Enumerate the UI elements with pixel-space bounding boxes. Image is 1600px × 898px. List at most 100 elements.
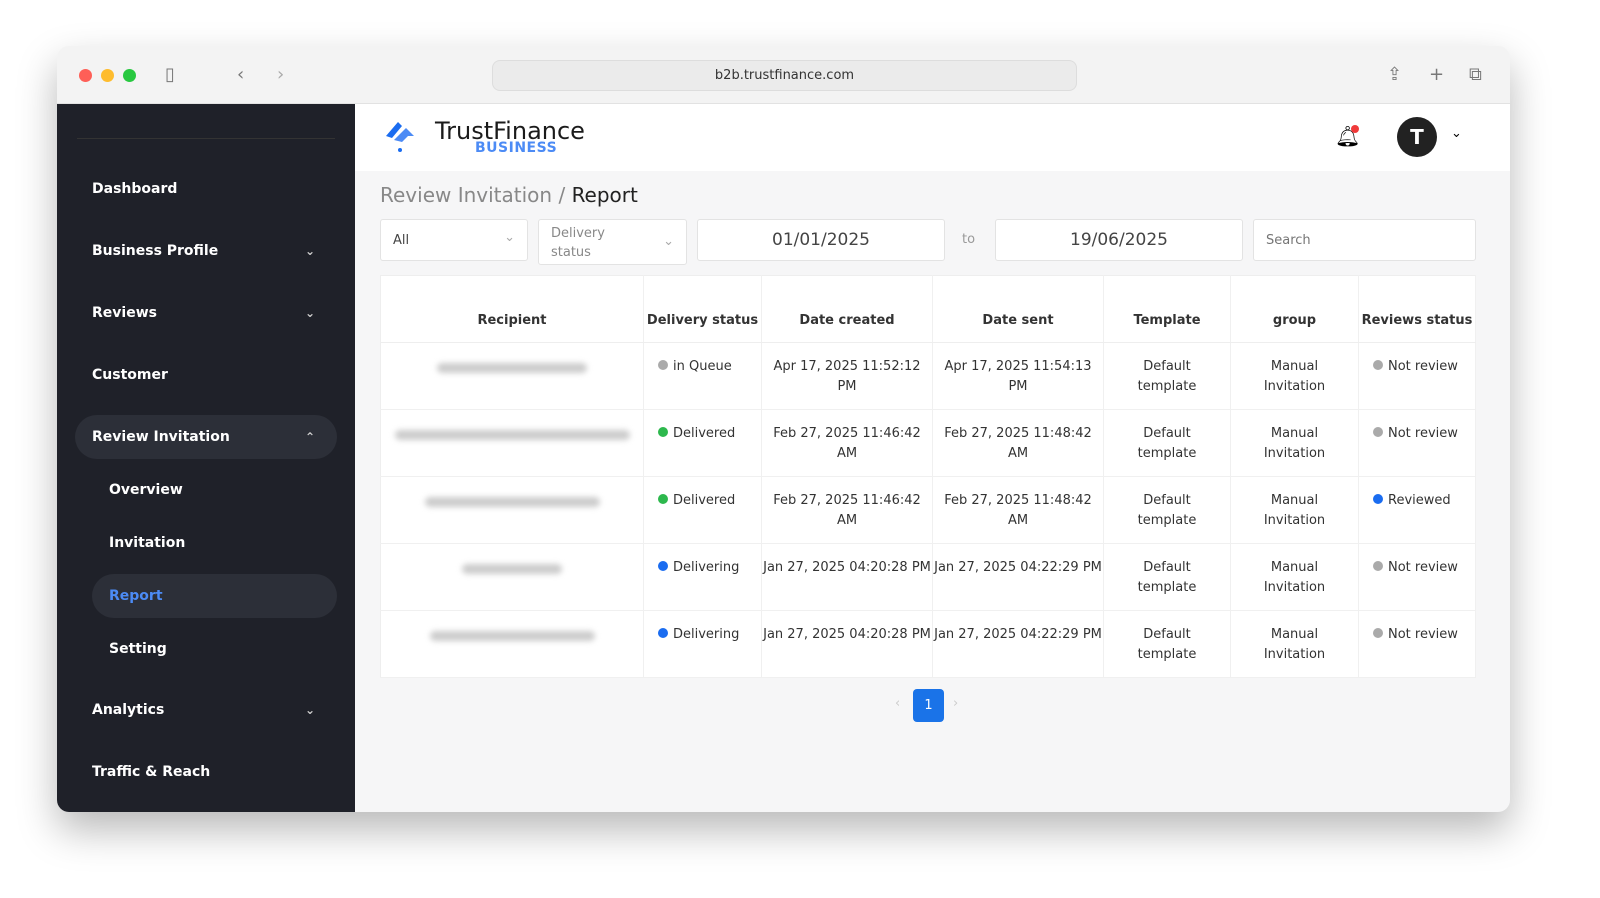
status-dot-icon <box>1373 360 1383 370</box>
review-status-cell: Not review <box>1358 610 1476 678</box>
tabs-overview-icon[interactable]: ⧉ <box>1469 64 1482 85</box>
delivery-status-select[interactable]: Delivery status ⌄ <box>538 219 687 265</box>
back-icon[interactable]: ‹ <box>237 64 244 85</box>
breadcrumb: Review Invitation / Report <box>380 183 638 207</box>
address-bar[interactable]: b2b.trustfinance.com <box>492 60 1077 91</box>
chevron-down-icon: ⌄ <box>663 234 674 249</box>
status-dot-icon <box>1373 561 1383 571</box>
label: Analytics <box>92 702 165 718</box>
col-delivery-status[interactable]: Delivery status <box>643 275 762 343</box>
sidebar-item-traffic-reach[interactable]: Traffic & Reach <box>75 750 337 794</box>
notification-badge <box>1351 125 1359 133</box>
col-reviews-status[interactable]: Reviews status <box>1358 275 1476 343</box>
col-group[interactable]: group <box>1230 275 1359 343</box>
to-label: to <box>962 232 976 247</box>
template-cell: Default template <box>1103 409 1231 477</box>
redacted-email <box>462 564 562 574</box>
select-value: All <box>393 233 410 248</box>
date-sent-cell: Apr 17, 2025 11:54:13 PM <box>932 342 1104 410</box>
delivery-status-cell: Delivering <box>643 543 762 611</box>
sidebar-item-reviews[interactable]: Reviews ⌄ <box>75 291 337 335</box>
sidebar-item-report[interactable]: Report <box>92 574 337 618</box>
breadcrumb-current: Report <box>571 183 638 207</box>
date-sent-cell: Feb 27, 2025 11:48:42 AM <box>932 409 1104 477</box>
recipient-cell <box>380 409 644 477</box>
new-tab-icon[interactable]: + <box>1429 64 1444 85</box>
group-cell: Manual Invitation <box>1230 342 1359 410</box>
review-status: Not review <box>1388 426 1458 441</box>
review-status-cell: Not review <box>1358 342 1476 410</box>
label: Business Profile <box>92 243 219 259</box>
date-created-cell: Feb 27, 2025 11:46:42 AM <box>761 476 933 544</box>
chevron-down-icon: ⌄ <box>504 230 515 245</box>
sidebar-item-setting[interactable]: Setting <box>92 627 337 671</box>
delivery-status: Delivering <box>673 627 740 642</box>
type-select[interactable]: All ⌄ <box>380 219 528 261</box>
date-created-cell: Apr 17, 2025 11:52:12 PM <box>761 342 933 410</box>
minimize-button[interactable] <box>101 69 114 82</box>
template-cell: Default template <box>1103 342 1231 410</box>
delivery-status: Delivering <box>673 560 740 575</box>
page-1-button[interactable]: 1 <box>913 689 944 722</box>
date-created-cell: Jan 27, 2025 04:20:28 PM <box>761 543 933 611</box>
table-row[interactable]: Delivering Jan 27, 2025 04:20:28 PM Jan … <box>380 610 1476 678</box>
main-content: TrustFinance BUSINESS 🔔︎ T ⌄ Review Invi… <box>355 104 1510 812</box>
review-status-cell: Reviewed <box>1358 476 1476 544</box>
status-dot-icon <box>1373 427 1383 437</box>
forward-icon[interactable]: › <box>277 64 284 85</box>
group-cell: Manual Invitation <box>1230 476 1359 544</box>
table-row[interactable]: Delivered Feb 27, 2025 11:46:42 AM Feb 2… <box>380 476 1476 544</box>
sidebar-item-review-invitation[interactable]: Review Invitation ⌃ <box>75 415 337 459</box>
date-sent-cell: Jan 27, 2025 04:22:29 PM <box>932 543 1104 611</box>
recipient-cell <box>380 543 644 611</box>
sidebar-item-invitation[interactable]: Invitation <box>92 521 337 565</box>
col-date-sent[interactable]: Date sent <box>932 275 1104 343</box>
sidebar-toggle-icon[interactable]: ▯ <box>165 64 175 85</box>
status-dot-icon <box>658 427 668 437</box>
breadcrumb-parent[interactable]: Review Invitation <box>380 183 552 207</box>
select-placeholder: Delivery status <box>551 226 605 260</box>
review-status: Not review <box>1388 359 1458 374</box>
col-template[interactable]: Template <box>1103 275 1231 343</box>
label: Traffic & Reach <box>92 764 211 780</box>
review-status-cell: Not review <box>1358 409 1476 477</box>
sidebar-item-business-profile[interactable]: Business Profile ⌄ <box>75 229 337 273</box>
date-created-cell: Feb 27, 2025 11:46:42 AM <box>761 409 933 477</box>
table-row[interactable]: Delivering Jan 27, 2025 04:20:28 PM Jan … <box>380 543 1476 611</box>
share-icon[interactable]: ⇪ <box>1387 64 1402 85</box>
search-input[interactable] <box>1253 219 1476 261</box>
sidebar-item-customer[interactable]: Customer <box>75 353 337 397</box>
close-button[interactable] <box>79 69 92 82</box>
redacted-email <box>424 497 600 507</box>
label: Reviews <box>92 305 157 321</box>
sidebar-item-dashboard[interactable]: Dashboard <box>75 167 337 211</box>
table-row[interactable]: Delivered Feb 27, 2025 11:46:42 AM Feb 2… <box>380 409 1476 477</box>
chevron-down-icon: ⌄ <box>304 244 315 258</box>
delivery-status: Delivered <box>673 493 736 508</box>
date-from-input[interactable]: 01/01/2025 <box>697 219 945 261</box>
sidebar-item-overview[interactable]: Overview <box>92 468 337 512</box>
label: Setting <box>109 641 167 657</box>
group-cell: Manual Invitation <box>1230 543 1359 611</box>
date-sent-cell: Jan 27, 2025 04:22:29 PM <box>932 610 1104 678</box>
delivery-status-cell: Delivered <box>643 476 762 544</box>
status-dot-icon <box>658 628 668 638</box>
chevron-down-icon: ⌄ <box>304 306 315 320</box>
date-to-input[interactable]: 19/06/2025 <box>995 219 1243 261</box>
recipient-cell <box>380 476 644 544</box>
chevron-down-icon[interactable]: ⌄ <box>1451 126 1462 141</box>
maximize-button[interactable] <box>123 69 136 82</box>
chevron-down-icon: ⌄ <box>304 703 315 717</box>
report-table: Recipient Delivery status Date created D… <box>380 275 1476 678</box>
prev-page-button[interactable]: ‹ <box>895 696 900 711</box>
col-date-created[interactable]: Date created <box>761 275 933 343</box>
browser-window: ▯ ‹ › b2b.trustfinance.com ⇪ + ⧉ Dashboa… <box>57 46 1510 812</box>
next-page-button[interactable]: › <box>953 696 958 711</box>
label: Customer <box>92 367 168 383</box>
trustfinance-logo-icon[interactable] <box>382 118 418 154</box>
col-recipient[interactable]: Recipient <box>380 275 644 343</box>
table-row[interactable]: in Queue Apr 17, 2025 11:52:12 PM Apr 17… <box>380 342 1476 410</box>
sidebar-item-analytics[interactable]: Analytics ⌄ <box>75 688 337 732</box>
review-status-cell: Not review <box>1358 543 1476 611</box>
avatar[interactable]: T <box>1397 117 1437 157</box>
